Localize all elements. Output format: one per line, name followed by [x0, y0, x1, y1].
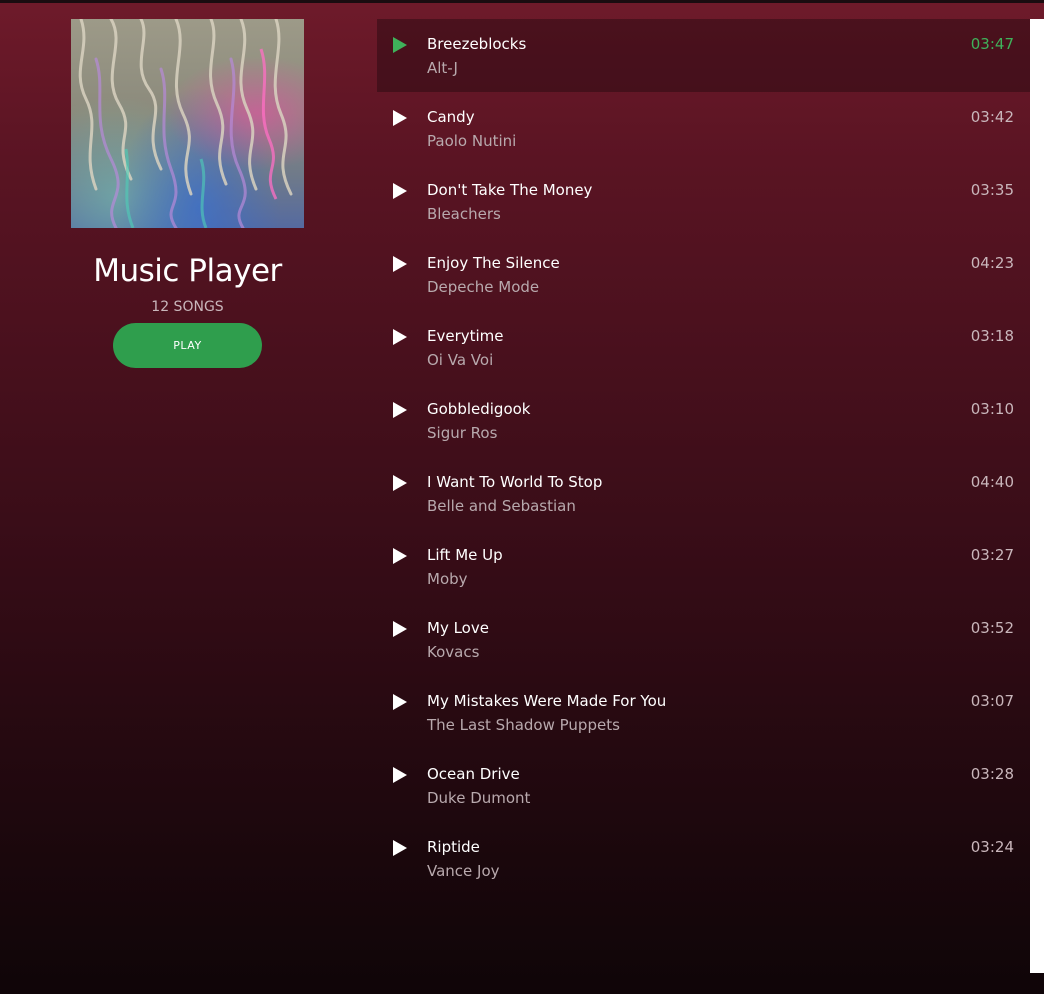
- play-icon[interactable]: [392, 255, 408, 273]
- track-artist: Alt-J: [427, 59, 458, 77]
- track-duration: 03:35: [970, 181, 1014, 199]
- scrollbar-track[interactable]: [1030, 19, 1044, 973]
- track-row[interactable]: Riptide Vance Joy 03:24: [377, 822, 1030, 895]
- track-duration: 03:52: [970, 619, 1014, 637]
- track-row[interactable]: Breezeblocks Alt-J 03:47: [377, 19, 1030, 92]
- track-title: Ocean Drive: [427, 765, 520, 783]
- play-icon[interactable]: [392, 36, 408, 54]
- play-icon[interactable]: [392, 766, 408, 784]
- track-artist: Duke Dumont: [427, 789, 531, 807]
- track-title: Don't Take The Money: [427, 181, 593, 199]
- album-art-texture: [78, 19, 293, 228]
- play-icon[interactable]: [392, 109, 408, 127]
- track-row[interactable]: Enjoy The Silence Depeche Mode 04:23: [377, 238, 1030, 311]
- track-duration: 04:40: [970, 473, 1014, 491]
- album-panel: Music Player 12 SONGS PLAY: [71, 19, 304, 368]
- song-count: 12 SONGS: [151, 299, 224, 315]
- track-row[interactable]: Candy Paolo Nutini 03:42: [377, 92, 1030, 165]
- track-title: My Mistakes Were Made For You: [427, 692, 667, 710]
- track-duration: 03:27: [970, 546, 1014, 564]
- track-row[interactable]: My Love Kovacs 03:52: [377, 603, 1030, 676]
- track-artist: Sigur Ros: [427, 424, 498, 442]
- track-duration: 03:24: [970, 838, 1014, 856]
- play-icon[interactable]: [392, 839, 408, 857]
- track-title: Enjoy The Silence: [427, 254, 560, 272]
- track-artist: The Last Shadow Puppets: [427, 716, 620, 734]
- play-icon[interactable]: [392, 547, 408, 565]
- track-title: Everytime: [427, 327, 504, 345]
- track-title: Breezeblocks: [427, 35, 527, 53]
- track-row[interactable]: Lift Me Up Moby 03:27: [377, 530, 1030, 603]
- track-row[interactable]: Gobbledigook Sigur Ros 03:10: [377, 384, 1030, 457]
- track-title: Riptide: [427, 838, 480, 856]
- track-artist: Paolo Nutini: [427, 132, 517, 150]
- play-icon[interactable]: [392, 693, 408, 711]
- track-artist: Oi Va Voi: [427, 351, 494, 369]
- track-title: Gobbledigook: [427, 400, 531, 418]
- track-row[interactable]: My Mistakes Were Made For You The Last S…: [377, 676, 1030, 749]
- play-icon[interactable]: [392, 474, 408, 492]
- track-title: I Want To World To Stop: [427, 473, 603, 491]
- play-all-button[interactable]: PLAY: [113, 323, 262, 368]
- play-icon[interactable]: [392, 328, 408, 346]
- track-row[interactable]: Don't Take The Money Bleachers 03:35: [377, 165, 1030, 238]
- track-artist: Vance Joy: [427, 862, 500, 880]
- play-icon[interactable]: [392, 620, 408, 638]
- track-duration: 03:07: [970, 692, 1014, 710]
- music-player-app: Music Player 12 SONGS PLAY Breezeblocks …: [0, 0, 1044, 994]
- track-duration: 03:10: [970, 400, 1014, 418]
- track-artist: Depeche Mode: [427, 278, 540, 296]
- track-artist: Moby: [427, 570, 468, 588]
- play-icon[interactable]: [392, 182, 408, 200]
- track-duration: 04:23: [970, 254, 1014, 272]
- track-title: Candy: [427, 108, 475, 126]
- track-duration: 03:47: [970, 35, 1014, 53]
- track-title: My Love: [427, 619, 489, 637]
- track-artist: Belle and Sebastian: [427, 497, 576, 515]
- track-duration: 03:28: [970, 765, 1014, 783]
- track-row[interactable]: Everytime Oi Va Voi 03:18: [377, 311, 1030, 384]
- album-cover-image: [71, 19, 304, 228]
- track-list: Breezeblocks Alt-J 03:47 Candy Paolo Nut…: [377, 19, 1030, 895]
- track-artist: Bleachers: [427, 205, 501, 223]
- play-icon[interactable]: [392, 401, 408, 419]
- track-artist: Kovacs: [427, 643, 480, 661]
- track-title: Lift Me Up: [427, 546, 503, 564]
- track-duration: 03:42: [970, 108, 1014, 126]
- track-duration: 03:18: [970, 327, 1014, 345]
- track-row[interactable]: I Want To World To Stop Belle and Sebast…: [377, 457, 1030, 530]
- page-title: Music Player: [93, 253, 282, 289]
- track-row[interactable]: Ocean Drive Duke Dumont 03:28: [377, 749, 1030, 822]
